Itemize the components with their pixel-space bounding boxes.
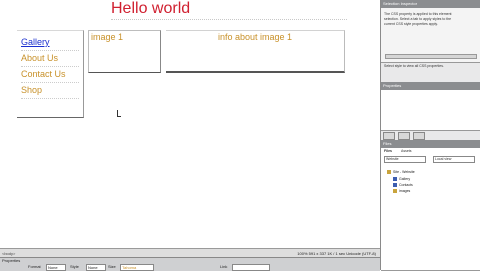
image-placeholder[interactable]: image 1	[88, 30, 161, 73]
info-line: Select style to view all CSS properties.	[384, 64, 444, 68]
info-label: info about image 1	[217, 32, 293, 42]
tree-item-gallery[interactable]: Gallery	[393, 177, 410, 182]
info-box[interactable]: info about image 1	[166, 30, 345, 73]
tree-item-label: Gallery	[399, 177, 411, 181]
properties-panel-body	[381, 90, 480, 131]
nav-separator	[21, 98, 79, 99]
nav-item-about-us[interactable]: About Us	[21, 53, 58, 64]
view-select-value: Local view	[435, 157, 452, 161]
site-select[interactable]: Website	[384, 156, 426, 163]
design-canvas[interactable]: Hello world Gallery About Us Contact Us …	[0, 0, 380, 248]
selection-panel-body: The CSS property is applied to this elem…	[381, 8, 480, 63]
toolbar-button[interactable]	[398, 132, 410, 140]
nav-menu: Gallery About Us Contact Us Shop	[17, 30, 84, 118]
file-icon	[393, 177, 397, 182]
site-select-value: Website	[386, 157, 399, 161]
font-value: Tahoma	[122, 265, 137, 270]
panel-header-selection[interactable]: Selection Inspector	[381, 0, 480, 8]
tree-item-contacts[interactable]: Contacts	[393, 183, 413, 188]
info-line: current CSS style properties apply.	[384, 22, 438, 26]
toolbar-button[interactable]	[413, 132, 425, 140]
tree-item-label: Contacts	[399, 183, 413, 187]
nav-item-gallery[interactable]: Gallery	[21, 37, 50, 48]
tree-item-images[interactable]: images	[393, 189, 410, 194]
tree-item-label: images	[399, 189, 411, 193]
text-cursor-icon	[117, 110, 121, 117]
panel-title: Selection Inspector	[383, 1, 418, 6]
page-headline[interactable]: Hello world	[111, 0, 201, 20]
nav-item-shop[interactable]: Shop	[21, 85, 42, 96]
link-label: Link	[220, 264, 228, 269]
panel-scrollbar[interactable]	[385, 54, 477, 59]
tree-item-site[interactable]: Site - Website	[387, 170, 415, 175]
format-label: Format	[28, 264, 41, 269]
format-value: None	[48, 265, 58, 270]
nav-separator	[21, 66, 79, 67]
panel-title: Files	[383, 141, 392, 146]
view-select[interactable]: Local view	[433, 156, 475, 163]
tab-files[interactable]: Files	[384, 149, 392, 154]
panel-toolbar	[383, 132, 425, 140]
properties-title: Properties	[2, 258, 21, 263]
right-panel-group: Selection Inspector The CSS property is …	[380, 0, 480, 271]
style-label: Style	[70, 264, 79, 269]
size-label: Size	[108, 264, 116, 269]
image-label: image 1	[91, 32, 124, 42]
style-value: None	[88, 265, 98, 270]
file-icon	[393, 183, 397, 188]
folder-icon	[393, 189, 397, 194]
folder-icon	[387, 170, 391, 175]
panel-title: Properties	[383, 83, 402, 88]
headline-rule	[111, 19, 347, 20]
properties-inspector: Properties Format None Style None Size T…	[0, 257, 380, 271]
nav-separator	[21, 82, 79, 83]
tab-assets[interactable]: Assets	[401, 149, 412, 154]
toolbar-button[interactable]	[383, 132, 395, 140]
panel-header-files[interactable]: Files	[381, 140, 480, 148]
files-panel-body: Files Assets Website Local view Site - W…	[381, 148, 480, 271]
nav-item-contact-us[interactable]: Contact Us	[21, 69, 66, 80]
tree-item-label: Site - Website	[393, 170, 415, 174]
nav-separator	[21, 50, 79, 51]
panel-header-properties[interactable]: Properties	[381, 82, 480, 90]
